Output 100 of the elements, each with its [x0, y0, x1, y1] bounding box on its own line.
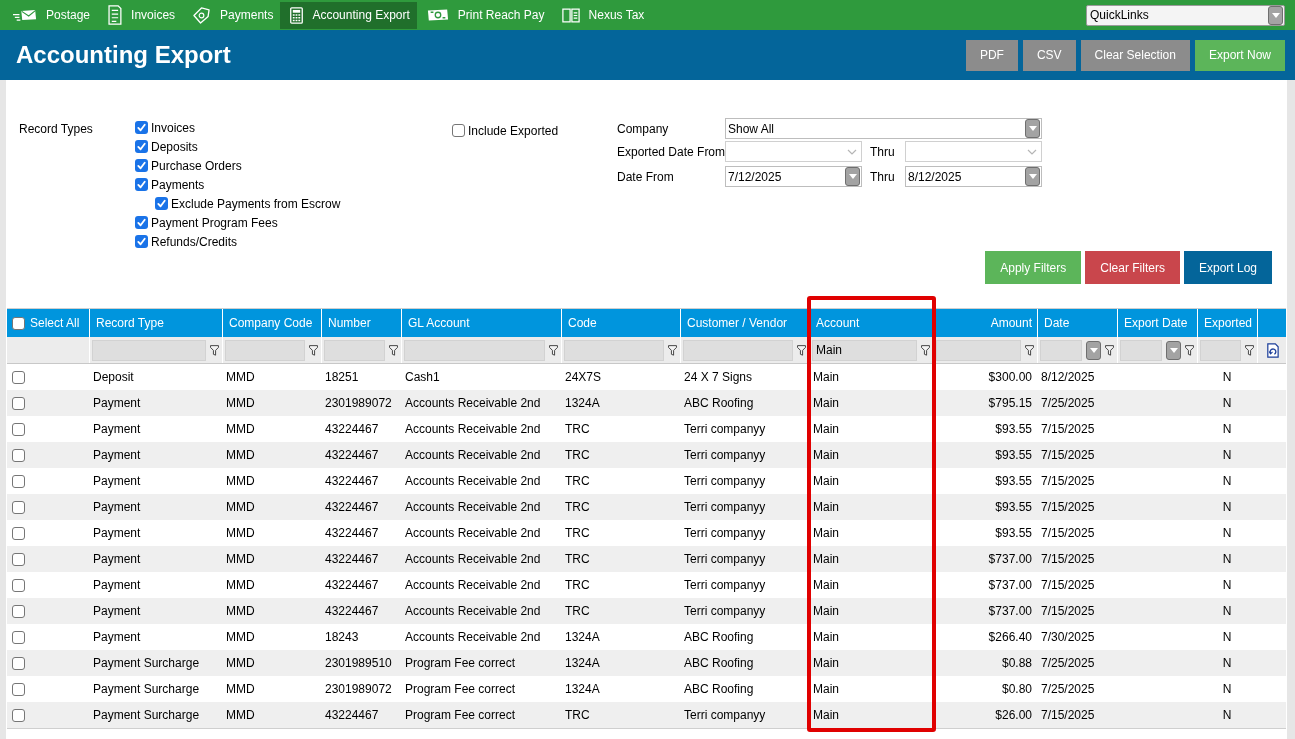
- dropdown-button[interactable]: [1268, 5, 1283, 25]
- nav-tab[interactable]: Invoices: [97, 1, 183, 29]
- filter-field[interactable]: [1120, 339, 1162, 361]
- table-cell-text: 7/15/2025: [1041, 473, 1095, 490]
- table-cell-text: 24X7S: [565, 369, 602, 386]
- date-field[interactable]: 8/12/2025: [905, 166, 1042, 187]
- table-cell-text: ABC Roofing: [684, 629, 754, 646]
- filter-icon[interactable]: [1105, 344, 1114, 356]
- filter-icon[interactable]: [549, 344, 558, 356]
- row-checkbox[interactable]: [12, 708, 25, 722]
- filter-icon[interactable]: [797, 344, 806, 356]
- table-cell-text: N: [1222, 499, 1232, 516]
- row-checkbox[interactable]: [12, 682, 25, 696]
- filter-button[interactable]: Clear Filters: [1085, 251, 1180, 284]
- filter-button[interactable]: Export Log: [1183, 251, 1272, 284]
- nav-tab[interactable]: Postage: [3, 1, 98, 29]
- dropdown-button[interactable]: [1025, 119, 1040, 138]
- row-checkbox[interactable]: [12, 422, 25, 436]
- filter-field[interactable]: [564, 339, 664, 361]
- row-checkbox[interactable]: [12, 630, 25, 644]
- header-button[interactable]: Export Now: [1194, 39, 1285, 71]
- nav-tab[interactable]: Payments: [182, 1, 281, 29]
- filter-icon[interactable]: [210, 344, 219, 356]
- table-cell-text: Main: [813, 629, 839, 646]
- filter-field[interactable]: [324, 339, 385, 361]
- dropdown-button[interactable]: [1166, 340, 1181, 360]
- dropdown-button[interactable]: [1025, 167, 1040, 186]
- dropdown-button[interactable]: [845, 167, 860, 186]
- filter-icon[interactable]: [309, 344, 318, 356]
- filter-icon[interactable]: [1025, 344, 1034, 356]
- row-checkbox[interactable]: [12, 448, 25, 462]
- document-arrow-icon[interactable]: [1264, 342, 1280, 358]
- table-cell-text: Terri companyy: [684, 499, 766, 516]
- table-cell-text: 43224467: [325, 421, 379, 438]
- date-field[interactable]: 7/12/2025: [725, 166, 862, 187]
- quicklinks-select[interactable]: QuickLinks: [1086, 4, 1285, 26]
- table-cell-text: Payment: [93, 447, 141, 464]
- table-cell-text: Main: [813, 369, 839, 386]
- header-button[interactable]: Clear Selection: [1080, 39, 1190, 71]
- table-cell-text: $93.55: [995, 421, 1032, 438]
- checkbox[interactable]: [135, 178, 148, 191]
- table-cell-text: Terri companyy: [684, 577, 766, 594]
- select-all-checkbox[interactable]: [12, 316, 25, 330]
- row-checkbox[interactable]: [12, 656, 25, 670]
- table-cell-text: N: [1222, 369, 1232, 386]
- nav-tab[interactable]: Accounting Export: [280, 1, 417, 29]
- row-checkbox[interactable]: [12, 526, 25, 540]
- table-cell-text: Payment: [93, 473, 141, 490]
- filter-field[interactable]: [683, 339, 793, 361]
- filter-icon[interactable]: [389, 344, 398, 356]
- table-cell-text: 1324A: [565, 629, 600, 646]
- table-cell-text: $266.40: [988, 629, 1032, 646]
- table-cell-text: 2301989510: [325, 655, 392, 672]
- table-cell-text: Accounts Receivable 2nd: [405, 395, 541, 412]
- row-checkbox[interactable]: [12, 552, 25, 566]
- table-cell-text: Payment: [93, 551, 141, 568]
- dropdown-button[interactable]: [1086, 340, 1101, 360]
- filter-field[interactable]: [1200, 339, 1241, 361]
- checkbox[interactable]: [135, 235, 148, 248]
- table-cell-text: Accounts Receivable 2nd: [405, 525, 541, 542]
- checkbox[interactable]: [452, 124, 465, 137]
- table-cell-text: Terri companyy: [684, 707, 766, 724]
- filter-icon[interactable]: [1185, 344, 1194, 356]
- filter-icon[interactable]: [1245, 344, 1254, 356]
- table-cell-text: 7/15/2025: [1041, 707, 1095, 724]
- filter-icon[interactable]: [668, 344, 677, 356]
- table-cell-text: TRC: [565, 421, 590, 438]
- checkbox-label: Invoices: [151, 119, 196, 137]
- nav-tab[interactable]: Nexus Tax: [551, 1, 652, 29]
- header-button[interactable]: CSV: [1022, 39, 1076, 71]
- filter-field[interactable]: [225, 339, 305, 361]
- date-field[interactable]: [905, 141, 1042, 162]
- header-button[interactable]: PDF: [965, 39, 1018, 71]
- table-cell-text: $93.55: [995, 525, 1032, 542]
- row-checkbox[interactable]: [12, 370, 25, 384]
- row-checkbox[interactable]: [12, 578, 25, 592]
- filter-icon[interactable]: [921, 344, 930, 356]
- checkbox[interactable]: [135, 121, 148, 134]
- filter-field[interactable]: Main: [812, 339, 917, 361]
- checkbox[interactable]: [135, 159, 148, 172]
- checkbox[interactable]: [135, 140, 148, 153]
- row-checkbox[interactable]: [12, 396, 25, 410]
- company-select[interactable]: Show All: [725, 118, 1042, 139]
- nav-tab[interactable]: Print Reach Pay: [416, 1, 552, 29]
- filter-field[interactable]: [404, 339, 545, 361]
- table-cell-text: Payment: [93, 499, 141, 516]
- checkbox[interactable]: [155, 197, 168, 210]
- filter-field[interactable]: [1040, 339, 1082, 361]
- table-cell-text: Main: [813, 447, 839, 464]
- row-checkbox[interactable]: [12, 474, 25, 488]
- table-cell-text: 2301989072: [325, 681, 392, 698]
- row-checkbox[interactable]: [12, 500, 25, 514]
- table-cell-text: Main: [813, 421, 839, 438]
- table-cell-text: 18251: [325, 369, 359, 386]
- date-field[interactable]: [725, 141, 862, 162]
- row-checkbox[interactable]: [12, 604, 25, 618]
- filter-button[interactable]: Apply Filters: [985, 251, 1082, 284]
- filter-field[interactable]: [92, 339, 206, 361]
- checkbox[interactable]: [135, 216, 148, 229]
- filter-field[interactable]: [936, 339, 1021, 361]
